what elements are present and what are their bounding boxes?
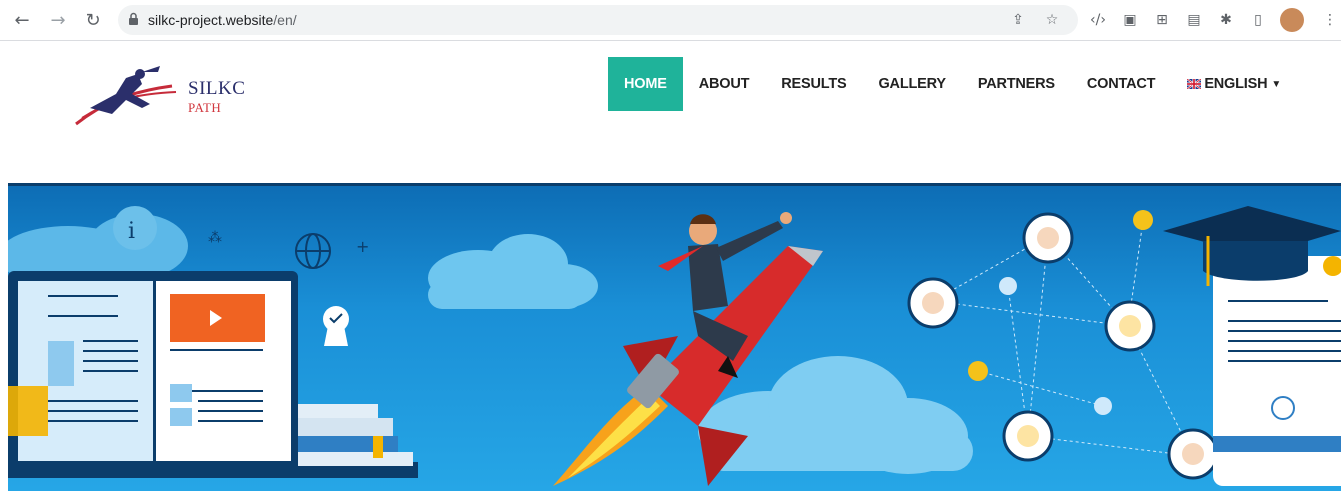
nav-partners[interactable]: PARTNERS (962, 57, 1071, 111)
menu-icon[interactable]: ⋮ (1320, 10, 1340, 30)
book-stack (298, 404, 413, 466)
hero-illustration: i + ⁂ (8, 206, 1341, 486)
uk-flag-icon (1187, 79, 1202, 89)
keyhole-icon (323, 306, 349, 346)
star-icon[interactable]: ☆ (1042, 10, 1062, 30)
language-label: ENGLISH (1204, 76, 1268, 92)
forward-icon[interactable]: → (46, 8, 70, 32)
nav-home[interactable]: HOME (608, 57, 683, 111)
logo-title: SILKC (188, 78, 246, 99)
puzzle-icon[interactable]: ✱ (1216, 10, 1236, 30)
hero-banner: i + ⁂ (8, 183, 1341, 491)
grid-icon[interactable]: ⊞ (1152, 10, 1172, 30)
logo-runner-icon (75, 66, 177, 126)
cloud-center (428, 234, 598, 309)
nav-language-dropdown[interactable]: ENGLISH ▼ (1171, 57, 1297, 111)
extension-icon[interactable]: ▣ (1120, 10, 1140, 30)
globe-icon (295, 233, 331, 269)
nav-gallery[interactable]: GALLERY (862, 57, 961, 111)
sidepanel-icon[interactable]: ▯ (1248, 10, 1268, 30)
caret-down-icon: ▼ (1271, 78, 1282, 90)
url-text: silkc-project.website/en/ (148, 12, 297, 28)
logo-subtitle: PATH (188, 100, 222, 115)
browser-toolbar: ← → ↻ silkc-project.website/en/ ⇪ ☆ ‹/› … (0, 0, 1341, 41)
code-icon[interactable]: ‹/› (1088, 10, 1108, 30)
address-bar[interactable]: silkc-project.website/en/ ⇪ ☆ (118, 5, 1078, 35)
svg-text:⁂: ⁂ (208, 230, 222, 246)
main-nav: HOME ABOUT RESULTS GALLERY PARTNERS CONT… (608, 57, 1297, 111)
svg-text:+: + (356, 237, 369, 256)
share-icon[interactable]: ⇪ (1008, 10, 1028, 30)
nav-about[interactable]: ABOUT (683, 57, 766, 111)
back-icon[interactable]: ← (10, 8, 34, 32)
cloud-bottom (698, 356, 973, 474)
lock-icon[interactable] (128, 12, 139, 26)
screen-icon[interactable]: ▤ (1184, 10, 1204, 30)
nav-contact[interactable]: CONTACT (1071, 57, 1171, 111)
site-logo[interactable]: SILKC PATH (72, 64, 262, 132)
svg-text:i: i (128, 219, 135, 244)
nav-results[interactable]: RESULTS (765, 57, 862, 111)
profile-avatar[interactable] (1280, 8, 1304, 32)
reload-icon[interactable]: ↻ (81, 8, 105, 32)
